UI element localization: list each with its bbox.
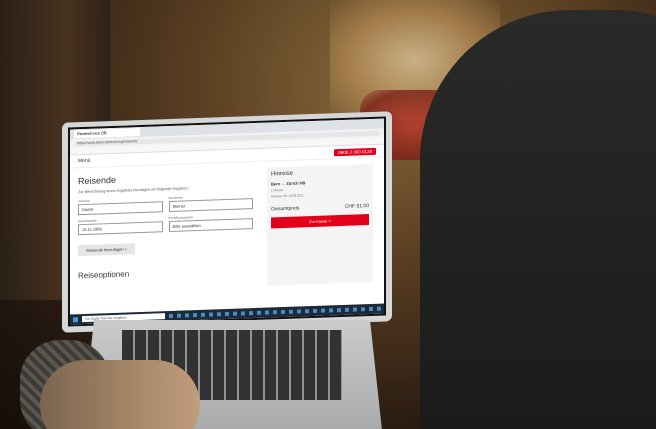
trip-date: Hinreise: Mi. 15.08.2021 bbox=[271, 193, 304, 199]
total-value: CHF 51.00 bbox=[344, 203, 369, 210]
first-name-field: Vorname Daniel bbox=[78, 196, 163, 216]
page-title: Reisende bbox=[78, 174, 117, 187]
form-intro: Zur Berechnung eines Angebots benötigen … bbox=[78, 186, 189, 195]
person-shoulder bbox=[420, 10, 656, 429]
discount-select[interactable]: Bitte auswählen bbox=[168, 218, 253, 233]
last-name-input[interactable]: Steiner bbox=[168, 198, 253, 213]
next-section-heading: Reiseoptionen bbox=[78, 269, 130, 281]
phone-button[interactable]: 0800 2 000 0128 bbox=[334, 147, 376, 156]
hand bbox=[40, 360, 200, 429]
laptop-screen: Reiseservice DB https://www.bahn.de/buch… bbox=[68, 116, 386, 327]
page-content: Reisende Zur Berechnung eines Angebots b… bbox=[70, 158, 384, 299]
windows-start-icon[interactable] bbox=[73, 316, 78, 322]
last-name-field: Nachname Steiner bbox=[168, 193, 253, 213]
taskbar-app-icons[interactable] bbox=[169, 306, 384, 319]
details-row: Geburtsdatum 15.11.1988 Ermäßigungskarte… bbox=[78, 213, 253, 236]
booking-summary: Hinreise Bern → Zürich HB 1 Person Hinre… bbox=[267, 163, 373, 286]
first-name-input[interactable]: Daniel bbox=[78, 201, 163, 216]
total-row: Gesamtpreis CHF 51.00 bbox=[271, 203, 369, 212]
birthdate-input[interactable]: 15.11.1988 bbox=[78, 221, 163, 236]
traveler-form: Reisende Zur Berechnung eines Angebots b… bbox=[78, 168, 253, 292]
discount-field: Ermäßigungskarte Bitte auswählen bbox=[168, 213, 253, 233]
birthdate-field: Geburtsdatum 15.11.1988 bbox=[78, 216, 163, 236]
menu-button[interactable]: Menü bbox=[78, 158, 91, 164]
laptop-lid: Reiseservice DB https://www.bahn.de/buch… bbox=[62, 111, 392, 333]
add-traveler-button[interactable]: Reisende hinzufügen + bbox=[78, 243, 136, 257]
total-label: Gesamtpreis bbox=[271, 205, 300, 213]
summary-title: Hinreise bbox=[271, 170, 294, 178]
name-row: Vorname Daniel Nachname Steiner bbox=[78, 193, 253, 216]
photo-scene: Reiseservice DB https://www.bahn.de/buch… bbox=[0, 0, 656, 429]
checkout-button[interactable]: Zur Kasse > bbox=[271, 214, 369, 229]
